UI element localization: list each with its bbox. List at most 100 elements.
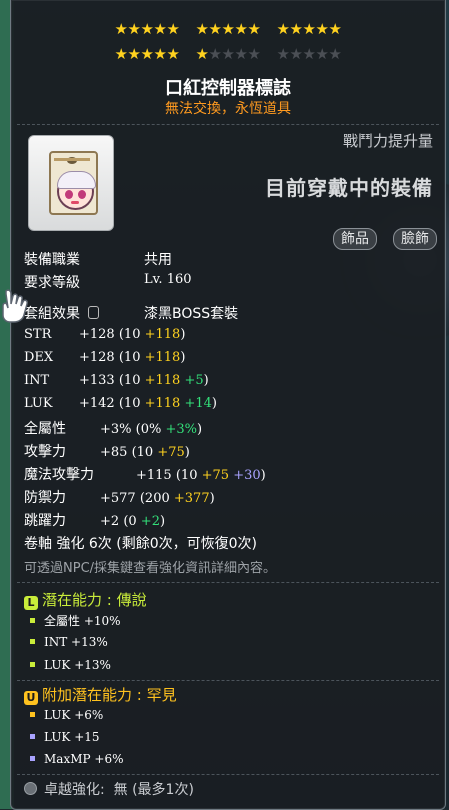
stat-base: (200 (139, 491, 170, 506)
stat-extra: +3% (165, 422, 198, 437)
stat-close: ) (180, 350, 186, 365)
star-icon: ★ (127, 20, 142, 38)
combat-power-label: 戰鬥力提升量 (342, 132, 433, 150)
potential-line: INT +13% (30, 635, 108, 649)
stat-close: ) (197, 422, 203, 437)
stat-row: 攻擊力 +85 (10 +75) (24, 441, 190, 461)
star-force-row-2: ★★★★★ ★★★★★ ★★★★★ (11, 45, 445, 63)
set-row: 套組效果 漆黑BOSS套裝 (24, 303, 238, 323)
stat-bonus: +118 (144, 373, 181, 388)
excellence-row: 卓越強化: 無 (最多1次) (24, 779, 194, 799)
star-icon: ★ (221, 45, 236, 63)
additional-potential-line: LUK +15 (30, 730, 100, 744)
stat-bonus: +75 (157, 445, 185, 460)
stat-row: STR +128 (10 +118) (24, 327, 185, 342)
stat-bonus: +118 (144, 396, 181, 411)
stat-row: 全屬性 +3% (0% +3%) (24, 418, 202, 438)
star-icon: ★ (302, 20, 317, 38)
scroll-upgrade-note: 可透過NPC/採集鍵查看強化資訊詳細內容。 (24, 561, 277, 576)
stat-total: +85 (100, 445, 128, 460)
stat-total: +2 (100, 514, 120, 529)
category-chip-accessory: 飾品 (333, 228, 377, 250)
stat-name: INT (24, 373, 50, 388)
stat-close: ) (211, 396, 217, 411)
additional-potential-line: MaxMP +6% (30, 752, 123, 766)
level-value: Lv. 160 (144, 272, 192, 287)
stat-name: 攻擊力 (24, 444, 66, 460)
stat-base: (0 (123, 514, 137, 529)
additional-potential-title: U 附加潛在能力 : 罕見 (24, 684, 177, 705)
stat-extra: +30 (233, 468, 261, 483)
star-icon: ★ (208, 45, 223, 63)
additional-potential-line: LUK +6% (30, 708, 103, 722)
star-icon: ★ (315, 20, 330, 38)
stat-base: (10 (175, 468, 198, 483)
star-icon: ★ (276, 20, 291, 38)
item-icon (28, 135, 114, 231)
divider (17, 124, 439, 125)
stat-close: ) (209, 491, 215, 506)
potential-line: LUK +13% (30, 658, 111, 672)
stat-base: (10 (118, 350, 141, 365)
level-row: 要求等級 Lv. 160 (24, 272, 192, 292)
divider (17, 680, 439, 681)
star-icon: ★ (328, 45, 343, 63)
star-icon: ★ (276, 45, 291, 63)
item-trade-flags: 無法交換，永恆道具 (165, 101, 291, 117)
star-icon: ★ (208, 20, 223, 38)
stat-extra: +14 (184, 396, 212, 411)
potential-line-text: LUK +13% (44, 658, 111, 672)
stat-name: 跳躍力 (24, 513, 66, 529)
additional-potential-line-text: LUK +6% (44, 708, 104, 722)
stat-row: 防禦力 +577 (200 +377) (24, 487, 215, 507)
set-value: 漆黑BOSS套裝 (144, 306, 239, 322)
star-icon: ★ (247, 20, 262, 38)
star-icon: ★ (289, 45, 304, 63)
potential-line-text: 全屬性 +10% (44, 614, 121, 628)
additional-potential-title-text: 附加潛在能力 : 罕見 (42, 686, 177, 704)
job-value: 共用 (144, 252, 172, 268)
stat-total: +128 (79, 350, 115, 365)
stat-extra: +5 (184, 373, 204, 388)
star-icon: ★ (315, 45, 330, 63)
stat-total: +577 (100, 491, 136, 506)
potential-line-text: INT +13% (44, 635, 108, 649)
star-icon: ★ (140, 20, 155, 38)
stat-close: ) (203, 373, 209, 388)
divider (17, 774, 439, 775)
stat-name: 防禦力 (24, 490, 66, 506)
job-row: 裝備職業 共用 (24, 249, 172, 269)
star-icon: ★ (114, 20, 129, 38)
hand-cursor-icon (2, 289, 28, 323)
stat-name: 全屬性 (24, 421, 66, 437)
set-label: 套組效果 (24, 306, 80, 322)
additional-potential-line-text: LUK +15 (44, 730, 100, 744)
stat-base: (0% (135, 422, 162, 437)
star-icon: ★ (140, 45, 155, 63)
excellence-label: 卓越強化: (44, 782, 105, 798)
stat-base: (10 (118, 327, 141, 342)
star-icon: ★ (221, 20, 236, 38)
potential-title: L 潛在能力 : 傳說 (24, 589, 147, 610)
stat-total: +133 (79, 373, 115, 388)
star-icon: ★ (289, 20, 304, 38)
stat-total: +115 (136, 468, 172, 483)
stat-bonus: +75 (201, 468, 230, 483)
stat-base: (10 (118, 373, 141, 388)
star-icon: ★ (153, 45, 168, 63)
stat-bonus: +118 (144, 350, 181, 365)
stat-bonus: +118 (144, 327, 181, 342)
additional-potential-line-text: MaxMP +6% (44, 752, 124, 766)
stat-total: +142 (79, 396, 115, 411)
stat-row: INT +133 (10 +118 +5) (24, 373, 209, 388)
star-icon: ★ (127, 45, 142, 63)
star-icon: ★ (166, 45, 181, 63)
star-icon: ★ (234, 45, 249, 63)
star-icon: ★ (114, 45, 129, 63)
divider (17, 582, 439, 583)
job-label: 裝備職業 (24, 252, 80, 268)
potential-line: 全屬性 +10% (30, 612, 121, 629)
stat-row: LUK +142 (10 +118 +14) (24, 396, 217, 411)
stat-total: +128 (79, 327, 115, 342)
lock-icon (88, 306, 100, 319)
